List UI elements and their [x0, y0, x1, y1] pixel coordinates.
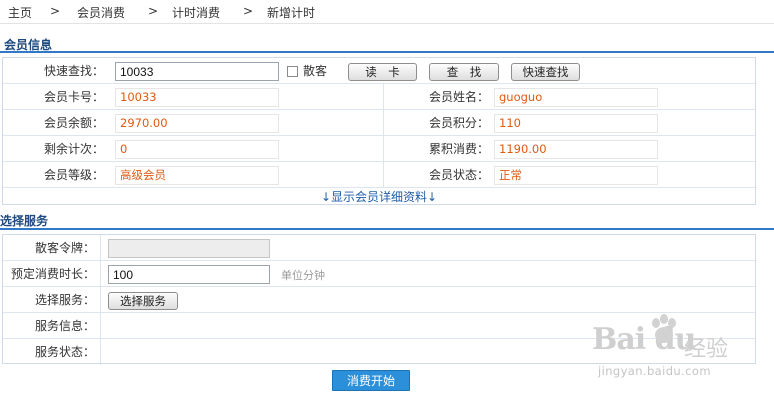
watermark-url: jingyan.baidu.com: [598, 364, 711, 378]
service-divider: [0, 228, 774, 230]
member-name-value: guoguo: [494, 88, 658, 107]
breadcrumb-timed-consumption[interactable]: 计时消费: [172, 4, 220, 21]
points-value: 110: [494, 114, 658, 133]
watermark-jingyan: 经验: [684, 337, 729, 362]
member-info-title: 会员信息: [4, 38, 53, 52]
breadcrumb: 主页 > 会员消费 > 计时消费 > 新增计时: [0, 0, 774, 24]
breadcrumb-separator: >: [50, 4, 61, 18]
member-row-level-status: 会员等级： 高级会员 会员状态： 正常: [3, 162, 755, 188]
quick-search-label: 快速查找：: [43, 64, 104, 78]
walkin-token-row: 散客令牌：: [3, 235, 755, 261]
service-info-label: 服务信息：: [34, 319, 95, 333]
duration-row: 预定消费时长： 单位分钟: [3, 261, 755, 287]
walkin-token-input: [108, 239, 270, 258]
breadcrumb-separator: >: [243, 4, 254, 18]
breadcrumb-home[interactable]: 主页: [8, 4, 32, 21]
service-status-value: [108, 339, 508, 365]
total-spend-label: 累积消费：: [428, 142, 489, 156]
walkin-label: 散客: [303, 64, 328, 78]
column-divider: [383, 84, 384, 110]
duration-label: 预定消费时长：: [10, 267, 95, 281]
status-label: 会员状态：: [428, 168, 489, 182]
show-details-link[interactable]: ↓显示会员详细资料↓: [3, 188, 755, 205]
paw-icon: [652, 314, 676, 343]
select-service-label: 选择服务：: [34, 293, 95, 307]
walkin-checkbox[interactable]: [287, 66, 298, 77]
show-details-row: ↓显示会员详细资料↓: [3, 188, 755, 205]
select-service-button[interactable]: 选择服务: [108, 292, 178, 310]
service-info-value: [108, 313, 508, 339]
member-info-panel: 快速查找： 散客 读 卡 查 找 快速查找 会员卡号： 10033 会员姓名： …: [2, 57, 756, 205]
breadcrumb-new-timed: 新增计时: [267, 6, 316, 20]
total-spend-value: 1190.00: [494, 140, 658, 159]
member-info-divider: [0, 51, 774, 53]
card-no-value: 10033: [115, 88, 279, 107]
select-service-row: 选择服务： 选择服务: [3, 287, 755, 313]
quick-search-button[interactable]: 快速查找: [511, 63, 580, 81]
read-card-button[interactable]: 读 卡: [348, 63, 417, 81]
start-consumption-button[interactable]: 消费开始: [332, 370, 410, 391]
column-divider: [383, 110, 384, 136]
member-row-card-name: 会员卡号： 10033 会员姓名： guoguo: [3, 84, 755, 110]
remaining-count-value: 0: [115, 140, 279, 159]
level-label: 会员等级：: [43, 168, 104, 182]
breadcrumb-member-consumption[interactable]: 会员消费: [77, 4, 125, 21]
balance-value: 2970.00: [115, 114, 279, 133]
quick-search-input[interactable]: [115, 62, 279, 81]
member-row-count-spend: 剩余计次： 0 累积消费： 1190.00: [3, 136, 755, 162]
points-label: 会员积分：: [428, 116, 489, 130]
service-status-label: 服务状态：: [34, 345, 95, 359]
column-divider: [383, 136, 384, 162]
card-no-label: 会员卡号：: [43, 90, 104, 104]
walkin-token-label: 散客令牌：: [34, 241, 95, 255]
member-name-label: 会员姓名：: [428, 90, 489, 104]
balance-label: 会员余额：: [43, 116, 104, 130]
status-value: 正常: [494, 166, 658, 185]
remaining-count-label: 剩余计次：: [43, 142, 104, 156]
column-divider: [383, 162, 384, 188]
breadcrumb-separator: >: [148, 4, 159, 18]
search-button[interactable]: 查 找: [429, 63, 499, 81]
member-row-balance-points: 会员余额： 2970.00 会员积分： 110: [3, 110, 755, 136]
quick-search-row: 快速查找： 散客 读 卡 查 找 快速查找: [3, 58, 755, 84]
duration-input[interactable]: [108, 265, 270, 284]
duration-hint: 单位分钟: [281, 269, 325, 282]
level-value: 高级会员: [115, 166, 279, 185]
